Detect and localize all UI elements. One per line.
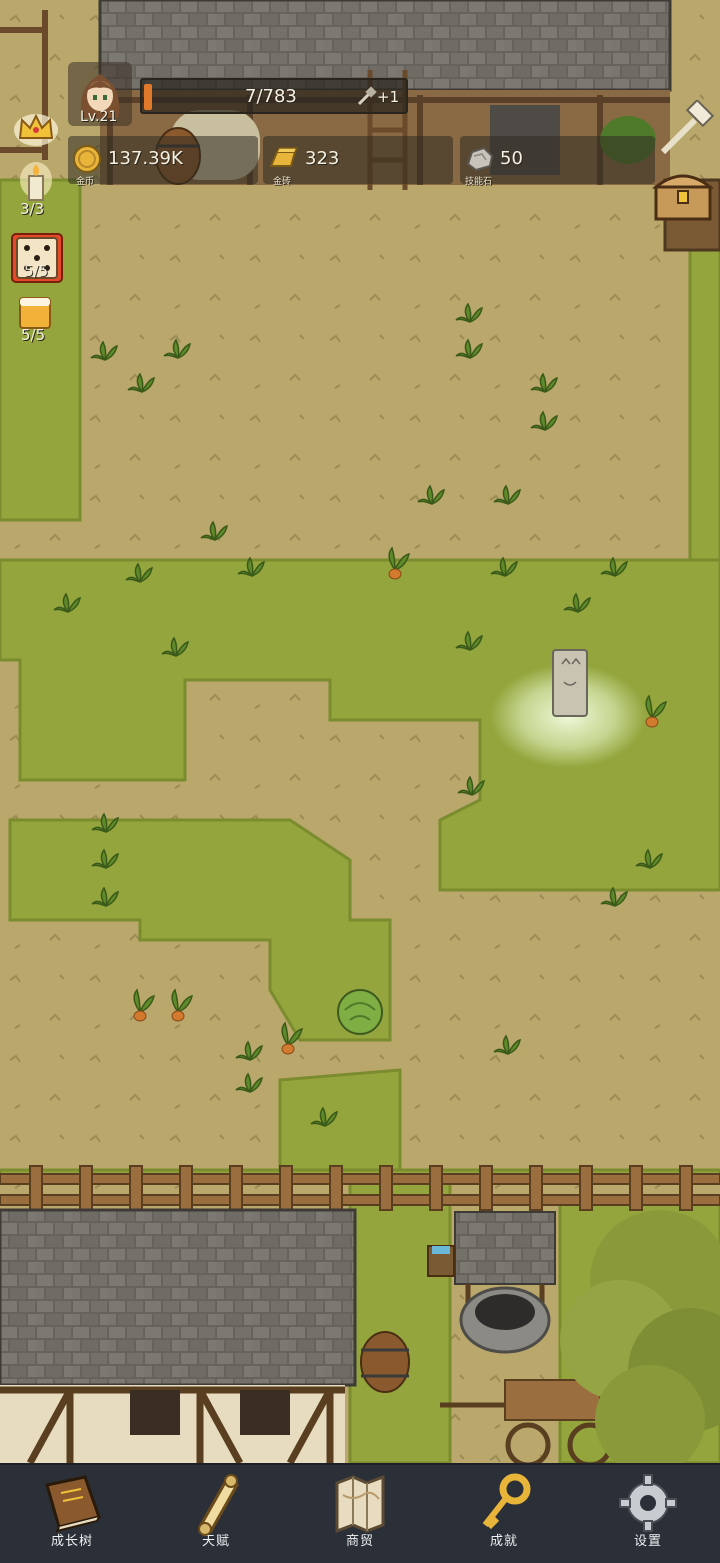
skill-stone-label: 技能石 [465, 177, 493, 187]
gold-brick-resource[interactable]: 323 金砖 [263, 136, 453, 187]
candle-count: 3/3 [20, 200, 45, 218]
nav-talent[interactable]: 天赋 [144, 1465, 288, 1563]
chest-icon [651, 174, 715, 221]
gold-bar-icon [269, 147, 299, 167]
beer-count: 5/5 [21, 326, 46, 344]
game-scene[interactable] [0, 0, 720, 1463]
gold-brick-label: 金砖 [273, 177, 292, 187]
skill-stone-resource[interactable]: 50 技能石 [460, 136, 655, 187]
dice-counter[interactable]: 5/5 [10, 232, 64, 284]
map-icon [335, 1474, 385, 1534]
nav-settings[interactable]: 设置 [576, 1465, 720, 1563]
hammer-bonus-icon [357, 86, 377, 106]
crown-icon [14, 113, 58, 146]
cabbage [337, 989, 383, 1035]
gear-icon [619, 1474, 677, 1532]
xp-bar-fill [144, 84, 152, 110]
nav-growth-tree[interactable]: 成长树 [0, 1465, 144, 1563]
treasure-chest-button[interactable] [651, 165, 715, 223]
stone-icon [466, 146, 494, 172]
xp-text: 7/783 [245, 86, 297, 107]
barrel [360, 1331, 410, 1393]
nav-achievement[interactable]: 成就 [432, 1465, 576, 1563]
candle-counter[interactable]: 3/3 [14, 160, 58, 220]
gold-coin-icon [73, 145, 101, 173]
gold-label: 金币 [76, 177, 95, 187]
gold-brick-value: 323 [305, 148, 340, 169]
bottom-nav: 成长树 天赋 商贸 成就 设置 [0, 1463, 720, 1563]
nav-trade[interactable]: 商贸 [288, 1465, 432, 1563]
candle-icon [20, 162, 52, 201]
key-icon [482, 1473, 531, 1530]
beer-icon [19, 297, 51, 329]
skill-stone-value: 50 [500, 148, 523, 169]
hammer-icon [660, 98, 715, 155]
dice-count: 5/5 [24, 262, 49, 280]
player-level: Lv.21 [80, 109, 118, 125]
gold-resource[interactable]: 137.39K 金币 [68, 136, 258, 187]
book-icon [45, 1475, 101, 1533]
beer-counter[interactable]: 5/5 [14, 294, 58, 348]
scroll-icon [198, 1474, 240, 1536]
bottom-house [0, 1208, 357, 1463]
xp-bonus: +1 [377, 88, 400, 106]
crown-button[interactable] [12, 108, 60, 148]
gold-value: 137.39K [108, 148, 183, 169]
hammer-tool-button[interactable] [655, 98, 715, 160]
